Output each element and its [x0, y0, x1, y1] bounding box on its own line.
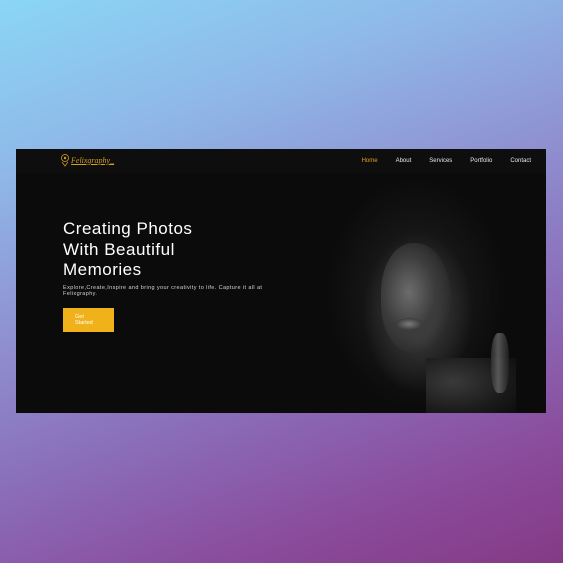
- logo[interactable]: Felixgraphy_: [60, 153, 114, 167]
- headline-line-3: Memories: [63, 260, 142, 279]
- headline-line-1: Creating Photos: [63, 219, 193, 238]
- aperture-icon: [61, 154, 69, 167]
- nav-services[interactable]: Services: [429, 158, 452, 164]
- hero-subtext: Explore,Create,Inspire and bring your cr…: [63, 284, 263, 298]
- website-screenshot: Felixgraphy_ Home About Services Portfol…: [16, 149, 546, 413]
- brand-name: Felixgraphy_: [71, 155, 115, 165]
- nav-about[interactable]: About: [396, 158, 412, 164]
- headline-line-2: With Beautiful: [63, 239, 175, 259]
- nav-home[interactable]: Home: [362, 158, 378, 164]
- hero-content: Creating Photos With Beautiful Memories …: [63, 219, 283, 332]
- navbar: Felixgraphy_ Home About Services Portfol…: [16, 149, 546, 173]
- portrait-earring: [491, 333, 509, 393]
- hero-portrait-image: [286, 173, 546, 413]
- hero-headline: Creating Photos With Beautiful Memories: [63, 219, 283, 281]
- portrait-face: [381, 243, 451, 353]
- portrait-lips: [396, 318, 422, 330]
- nav-menu: Home About Services Portfolio Contact: [362, 158, 531, 164]
- get-started-button[interactable]: Get Started: [63, 307, 114, 332]
- nav-contact[interactable]: Contact: [510, 158, 531, 164]
- nav-portfolio[interactable]: Portfolio: [470, 158, 492, 164]
